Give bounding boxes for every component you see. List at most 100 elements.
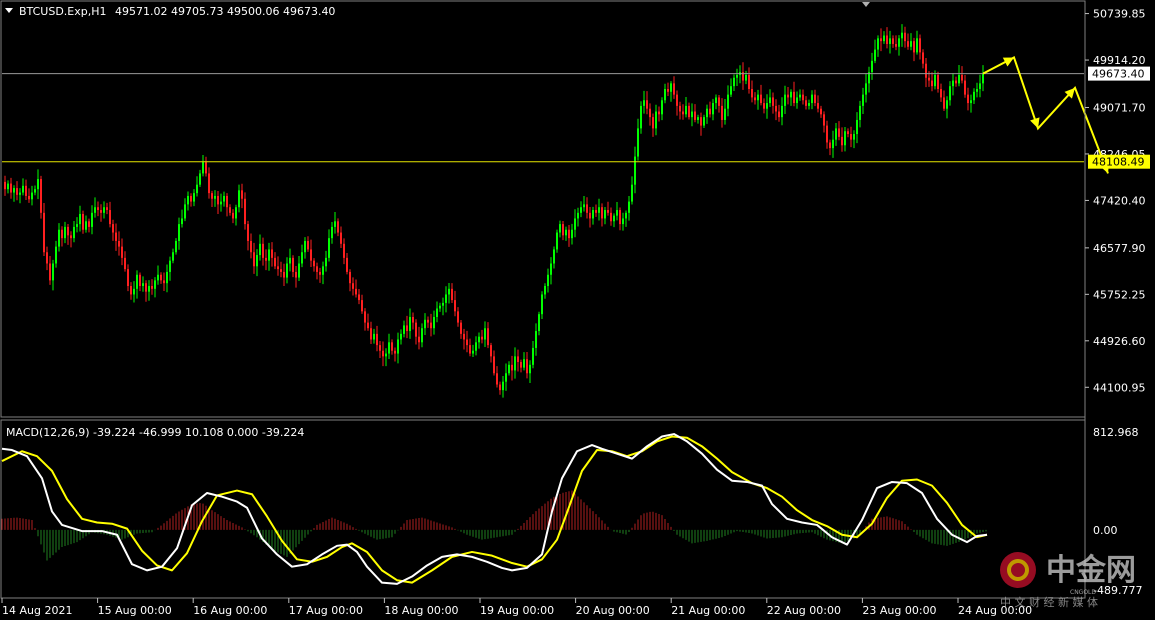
candle-body xyxy=(490,345,492,357)
candle-body xyxy=(199,173,201,185)
candle-body xyxy=(94,207,96,213)
ohlc-values: 49571.02 49705.73 49500.06 49673.40 xyxy=(115,5,335,18)
candle-body xyxy=(49,263,51,281)
candle-body xyxy=(787,94,789,98)
candle-body xyxy=(586,204,588,213)
candle-body xyxy=(814,94,816,104)
price-tick-label: 47420.40 xyxy=(1093,194,1146,207)
candle-body xyxy=(241,190,243,199)
candle-body xyxy=(415,322,417,337)
candle-body xyxy=(10,183,12,193)
candle-body xyxy=(280,269,282,272)
candle-body xyxy=(601,207,603,219)
time-tick-label: 17 Aug 00:00 xyxy=(289,604,363,617)
candle-body xyxy=(283,271,285,278)
candle-body xyxy=(643,100,645,106)
candle-body xyxy=(46,252,48,264)
candle-body xyxy=(541,294,543,315)
candle-body xyxy=(319,271,321,275)
candle-body xyxy=(55,246,57,264)
candle-body xyxy=(73,226,75,239)
candle-body xyxy=(592,210,594,219)
candle-body xyxy=(208,173,210,194)
candle-body xyxy=(802,94,804,101)
time-tick-label: 18 Aug 00:00 xyxy=(384,604,458,617)
candle-body xyxy=(340,232,342,244)
candle-body xyxy=(808,103,810,106)
candle-body xyxy=(604,210,606,219)
candle-body xyxy=(460,322,462,334)
candle-body xyxy=(526,359,528,374)
candle-body xyxy=(757,94,759,101)
candle-body xyxy=(763,103,765,109)
candle-body xyxy=(25,185,27,196)
candle-body xyxy=(856,119,858,135)
watermark-tagline: 中 文 财 经 新 媒 体 xyxy=(1000,595,1098,609)
candle-body xyxy=(481,336,483,340)
candle-body xyxy=(955,80,957,84)
candle-body xyxy=(91,212,93,227)
candle-body xyxy=(664,88,666,101)
candle-body xyxy=(163,280,165,284)
candle-body xyxy=(925,63,927,78)
candle-body xyxy=(943,97,945,109)
candle-body xyxy=(160,274,162,281)
candle-body xyxy=(478,336,480,343)
time-tick-label: 20 Aug 00:00 xyxy=(576,604,650,617)
candle-body xyxy=(403,325,405,334)
candle-body xyxy=(418,336,420,343)
candle-body xyxy=(589,212,591,219)
candle-body xyxy=(793,91,795,104)
candle-body xyxy=(901,32,903,39)
price-tick-label: 49914.20 xyxy=(1093,54,1146,67)
candle-body xyxy=(157,274,159,281)
candle-body xyxy=(253,252,255,267)
candle-body xyxy=(844,131,846,146)
candle-body xyxy=(529,364,531,374)
candle-body xyxy=(463,333,465,340)
candle-body xyxy=(820,108,822,115)
candle-body xyxy=(115,232,117,241)
candle-body xyxy=(304,240,306,253)
candle-body xyxy=(28,195,30,200)
candle-body xyxy=(97,207,99,211)
candle-body xyxy=(553,249,555,264)
candle-body xyxy=(361,300,363,312)
candle-body xyxy=(556,232,558,250)
candle-body xyxy=(433,316,435,329)
price-tick-label: 46577.90 xyxy=(1093,242,1146,255)
candle-body xyxy=(550,263,552,275)
candle-body xyxy=(154,280,156,289)
watermark-brand: 中金网 xyxy=(1046,553,1136,588)
candle-body xyxy=(670,83,672,92)
price-tag-label: 48108.49 xyxy=(1092,156,1145,169)
candle-body xyxy=(562,224,564,236)
candle-body xyxy=(496,373,498,385)
candle-body xyxy=(976,88,978,92)
candle-body xyxy=(82,213,84,230)
candle-body xyxy=(364,311,366,323)
price-scale: 50739.8549914.2049071.7048246.0547420.40… xyxy=(1084,1,1150,598)
candle-body xyxy=(682,111,684,115)
candle-body xyxy=(106,207,108,211)
candle-body xyxy=(967,94,969,104)
candle-body xyxy=(214,195,216,199)
candle-body xyxy=(430,322,432,329)
candle-body xyxy=(565,229,567,236)
candle-body xyxy=(487,328,489,346)
candle-body xyxy=(181,218,183,225)
candle-body xyxy=(145,283,147,292)
candle-body xyxy=(469,345,471,354)
candle-body xyxy=(973,91,975,101)
candle-body xyxy=(172,252,174,261)
candle-body xyxy=(175,240,177,253)
candle-body xyxy=(223,195,225,202)
candle-body xyxy=(85,221,87,230)
candle-body xyxy=(838,128,840,137)
candle-body xyxy=(646,100,648,109)
candle-body xyxy=(817,103,819,109)
candle-body xyxy=(649,108,651,118)
candle-body xyxy=(979,83,981,89)
candle-body xyxy=(982,73,984,84)
candle-body xyxy=(703,117,705,126)
